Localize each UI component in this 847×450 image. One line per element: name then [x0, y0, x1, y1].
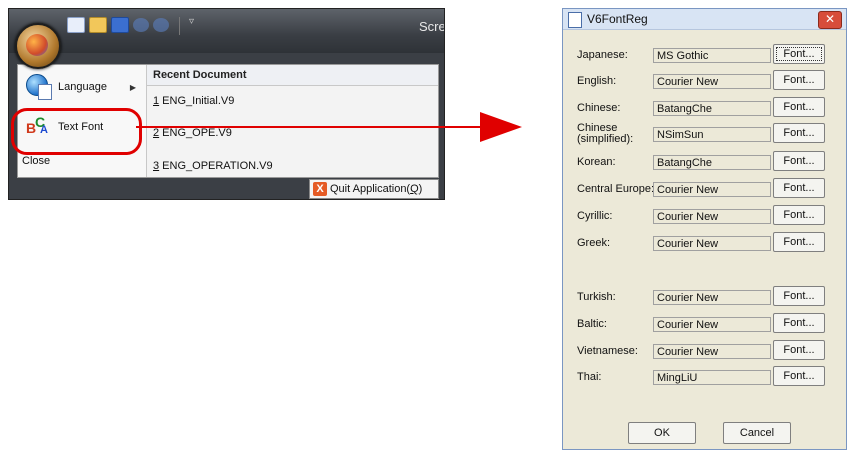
font-row-label: Greek: [577, 237, 611, 249]
font-registration-dialog: V6FontReg ✕ Japanese: MS Gothic Font... Eng… [562, 8, 847, 450]
font-name-field: NSimSun [653, 127, 771, 142]
application-menu-button[interactable] [15, 23, 61, 69]
font-name-field: Courier New [653, 317, 771, 332]
font-button[interactable]: Font... [773, 232, 825, 252]
font-name-field: Courier New [653, 209, 771, 224]
font-name-field: Courier New [653, 74, 771, 89]
font-button[interactable]: Font... [773, 151, 825, 171]
font-name-field: MingLiU [653, 370, 771, 385]
font-button[interactable]: Font... [773, 205, 825, 225]
font-name-field: Courier New [653, 290, 771, 305]
font-button[interactable]: Font... [773, 123, 825, 143]
font-button[interactable]: Font... [773, 70, 825, 90]
font-button[interactable]: Font... [773, 97, 825, 117]
font-name-field: BatangChe [653, 101, 771, 116]
font-row-label: English: [577, 75, 617, 87]
font-button[interactable]: Font... [773, 286, 825, 306]
font-row-label: Korean: [577, 156, 616, 168]
font-row-label: Chinese (simplified): [577, 122, 634, 145]
font-row-label: Cyrillic: [577, 210, 613, 222]
font-row-label: Vietnamese: [577, 345, 638, 357]
dialog-title-bar: V6FontReg ✕ [563, 9, 846, 30]
font-name-field: Courier New [653, 182, 771, 197]
font-button[interactable]: Font... [773, 313, 825, 333]
font-button[interactable]: Font... [773, 340, 825, 360]
font-name-field: Courier New [653, 344, 771, 359]
document-icon [568, 12, 582, 28]
font-row-label: Chinese: [577, 102, 621, 114]
font-name-field: BatangChe [653, 155, 771, 170]
font-name-field: Courier New [653, 236, 771, 251]
app-logo-icon [26, 34, 48, 56]
close-icon[interactable]: ✕ [818, 11, 842, 29]
ok-button[interactable]: OK [628, 422, 696, 444]
cancel-button[interactable]: Cancel [723, 422, 791, 444]
font-row-label: Baltic: [577, 318, 607, 330]
font-row-label: Central Europe: [577, 183, 655, 195]
font-row-label: Japanese: [577, 49, 628, 61]
dialog-title: V6FontReg [587, 12, 648, 26]
font-row-label: Turkish: [577, 291, 616, 303]
font-button[interactable]: Font... [773, 44, 825, 64]
font-button[interactable]: Font... [773, 178, 825, 198]
font-name-field: MS Gothic [653, 48, 771, 63]
font-button[interactable]: Font... [773, 366, 825, 386]
font-row-label: Thai: [577, 371, 602, 383]
